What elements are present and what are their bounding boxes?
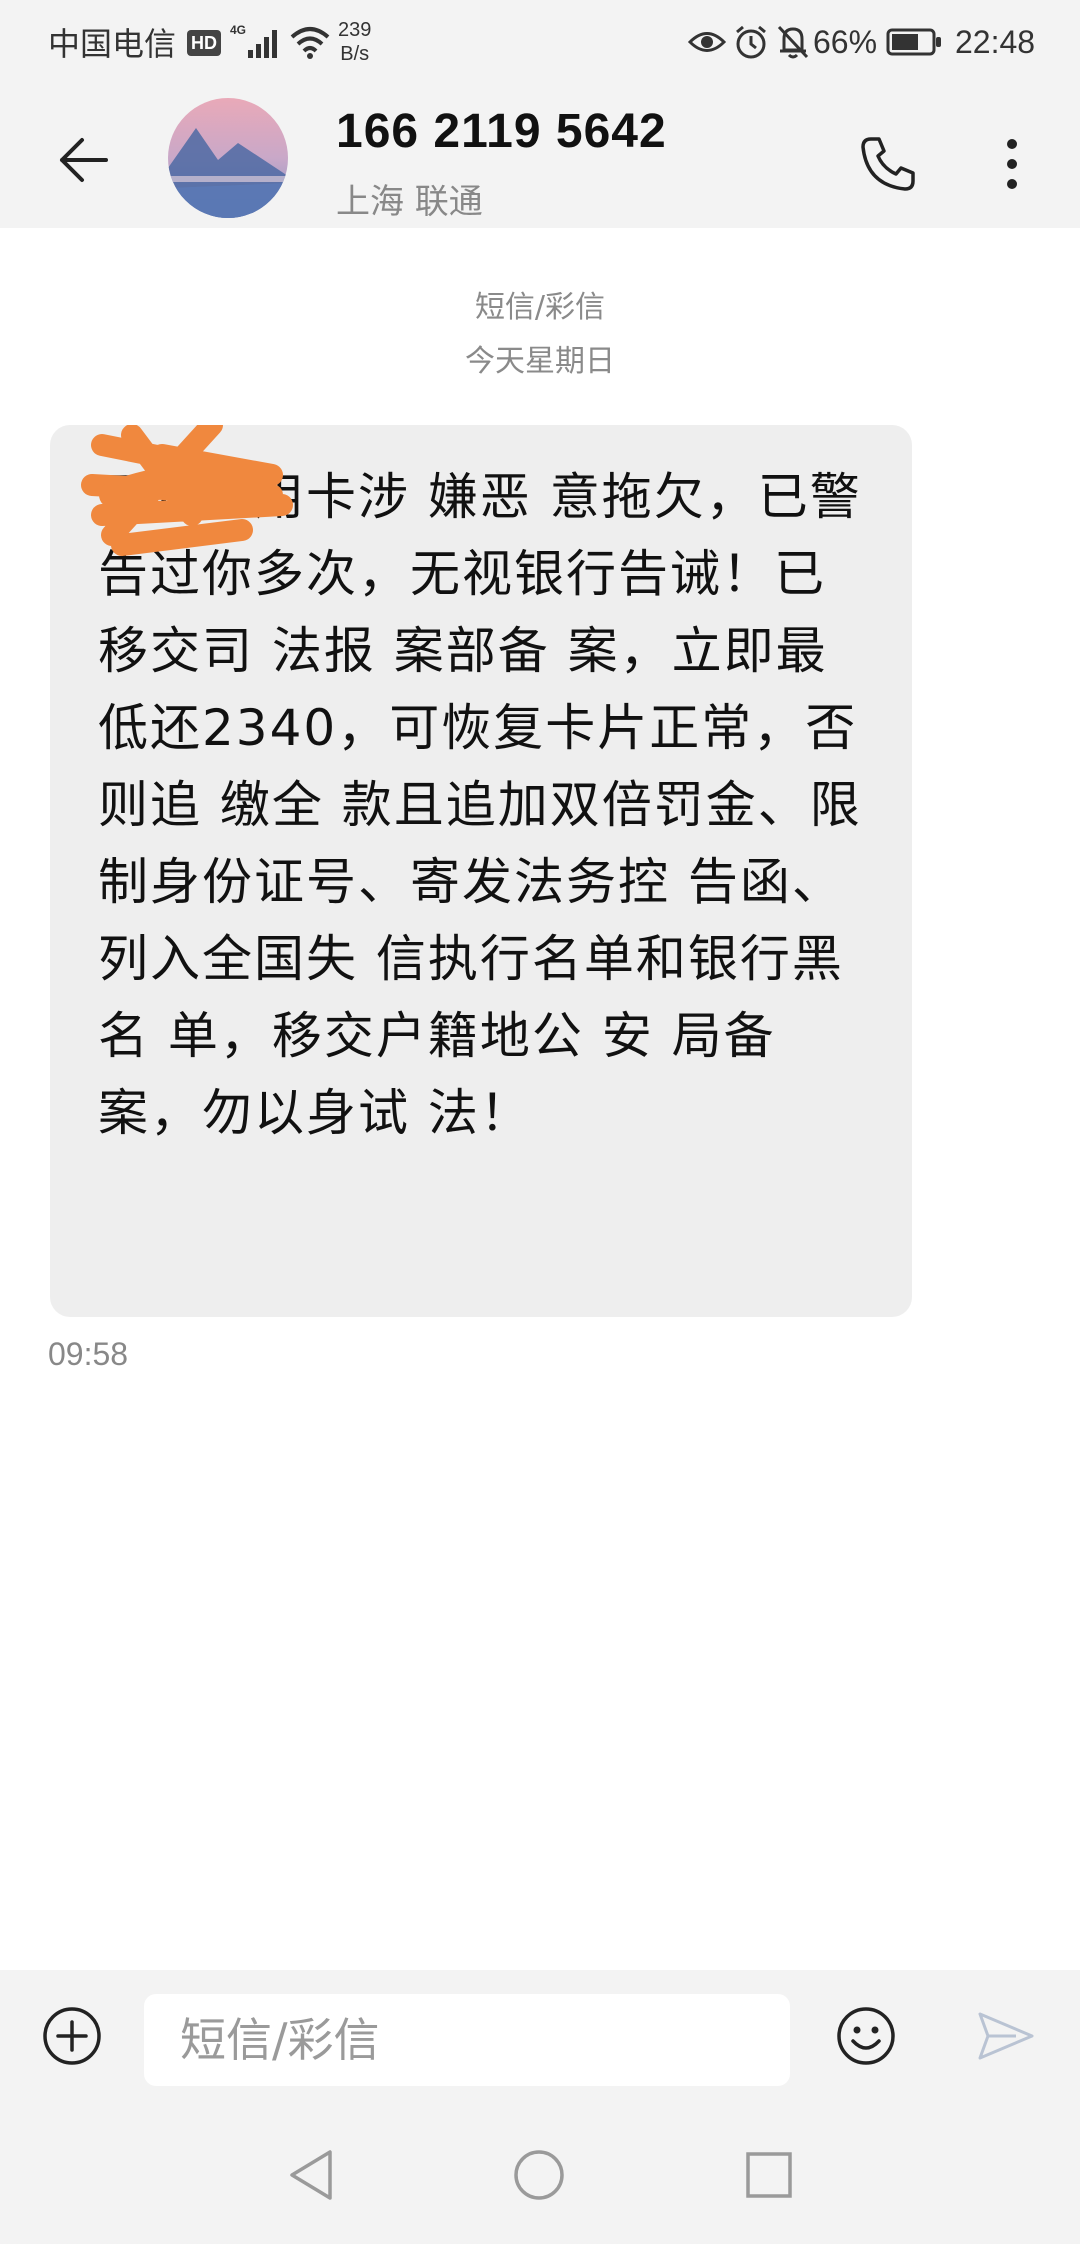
battery-icon: [886, 0, 942, 84]
alarm-icon: [733, 0, 769, 84]
carrier-name: 中国电信: [48, 25, 177, 63]
battery-percent: 66%: [813, 23, 878, 60]
hd-badge: HD: [187, 30, 221, 56]
circle-home-icon: [514, 2150, 564, 2200]
nav-home-button[interactable]: [494, 2130, 584, 2220]
network-speed-unit: B/s: [340, 43, 370, 65]
message-type-label: 短信/彩信: [474, 290, 606, 325]
message-bubble[interactable]: 平安信用卡涉 嫌恶 意拖欠，已警 告过你多次，无视银行告诫！已移交司 法报 案部…: [50, 425, 912, 1317]
landscape-avatar-icon: [168, 98, 288, 218]
emoji-icon: [837, 2007, 895, 2065]
status-time: 22:48: [955, 23, 1036, 60]
status-bar: 中国电信 HD 4G 239 B/s 66% 22:48: [0, 0, 1080, 84]
4g-signal-icon: 4G: [230, 0, 280, 84]
nav-back-button[interactable]: [266, 2130, 356, 2220]
add-circle-icon: [43, 2007, 101, 2065]
square-recents-icon: [746, 2152, 792, 2198]
message-timestamp: 09:58: [48, 1336, 129, 1372]
date-label: 今天星期日: [465, 344, 615, 379]
add-attachment-button[interactable]: [36, 2000, 108, 2072]
phone-icon: [861, 137, 915, 191]
system-navigation-bar: [0, 2106, 1080, 2244]
back-arrow-icon: [60, 138, 108, 182]
send-icon: [978, 2012, 1034, 2060]
eye-icon: [688, 0, 726, 84]
triangle-back-icon: [290, 2150, 332, 2200]
svg-text:4G: 4G: [230, 23, 246, 37]
avatar[interactable]: [168, 98, 288, 218]
contact-location: 上海 联通: [336, 182, 483, 222]
more-vertical-icon: [1007, 139, 1017, 189]
emoji-button[interactable]: [828, 1998, 904, 2074]
contact-number: 166 2119 5642: [336, 105, 667, 158]
redaction-scribble: [81, 425, 293, 556]
network-speed-value: 239: [338, 19, 372, 41]
conversation-header: 166 2119 5642 上海 联通: [0, 84, 1080, 228]
message-composer: [0, 1970, 1080, 2106]
wifi-icon: [290, 0, 330, 84]
back-button[interactable]: [44, 120, 124, 200]
network-speed: 239 B/s: [338, 0, 371, 84]
message-input[interactable]: [144, 1994, 790, 2086]
call-button[interactable]: [848, 124, 928, 204]
mute-bell-icon: [776, 0, 810, 84]
more-options-button[interactable]: [972, 124, 1052, 204]
nav-recents-button[interactable]: [724, 2130, 814, 2220]
send-button[interactable]: [968, 1998, 1044, 2074]
